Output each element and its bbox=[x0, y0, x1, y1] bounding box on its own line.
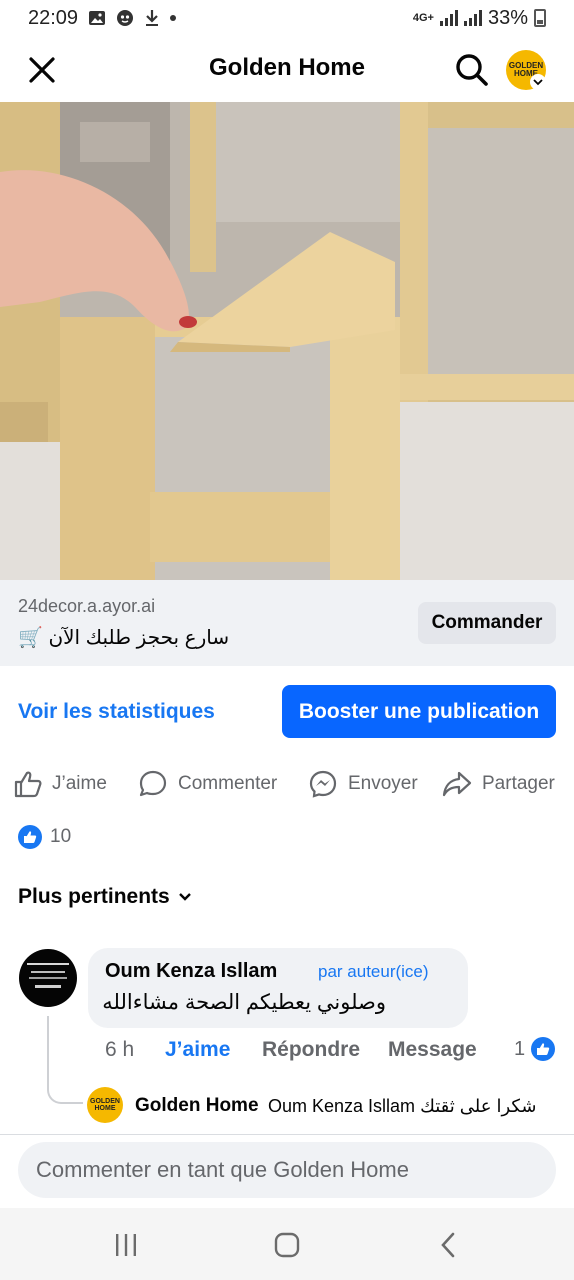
divider bbox=[0, 1134, 574, 1135]
share-button[interactable]: Partager bbox=[442, 762, 555, 806]
post-actions: J’aime Commenter Envoyer Partager bbox=[0, 762, 574, 806]
comment-label: Commenter bbox=[178, 773, 278, 794]
send-label: Envoyer bbox=[348, 773, 418, 794]
reply-avatar[interactable]: GOLDEN HOME bbox=[87, 1087, 123, 1123]
share-icon bbox=[442, 771, 472, 797]
sort-label: Plus pertinents bbox=[18, 885, 170, 908]
reply-text: Oum Kenza Isllam شكرا على ثقتك bbox=[268, 1096, 537, 1116]
battery-percent: 33% bbox=[487, 6, 528, 29]
notification-app-icon bbox=[117, 10, 134, 26]
reaction-count: 10 bbox=[50, 826, 72, 847]
comment-message-button[interactable]: Message bbox=[388, 1038, 477, 1062]
reaction-summary[interactable]: 10 bbox=[18, 825, 71, 849]
order-button[interactable]: Commander bbox=[418, 602, 556, 644]
link-domain: 24decor.a.ayor.ai bbox=[18, 596, 156, 616]
recents-button[interactable] bbox=[106, 1230, 146, 1260]
signal-icon-2 bbox=[463, 10, 482, 26]
link-preview[interactable]: 24decor.a.ayor.ai سارع بحجز طلبك الآن 🛒 … bbox=[0, 580, 574, 666]
comment-like-button[interactable]: J’aime bbox=[165, 1038, 230, 1062]
reply-author[interactable]: Golden Home bbox=[135, 1095, 259, 1117]
home-button[interactable] bbox=[267, 1230, 307, 1260]
signal-icon bbox=[439, 10, 458, 26]
comment-bubble[interactable]: Oum Kenza Isllam par auteur(ice) وصلوني … bbox=[88, 948, 468, 1028]
recents-icon bbox=[116, 1234, 136, 1256]
comment-sort-dropdown[interactable]: Plus pertinents bbox=[18, 885, 192, 909]
search-button[interactable] bbox=[452, 50, 492, 90]
share-label: Partager bbox=[482, 773, 555, 794]
comment-author[interactable]: Oum Kenza Isllam bbox=[105, 960, 277, 983]
download-icon bbox=[146, 10, 159, 26]
home-icon bbox=[274, 1232, 300, 1258]
search-icon bbox=[456, 54, 488, 86]
post-photo[interactable] bbox=[0, 102, 574, 580]
comment-like-count-value: 1 bbox=[514, 1037, 526, 1060]
comment-time: 6 h bbox=[105, 1038, 135, 1061]
send-button[interactable]: Envoyer bbox=[308, 762, 418, 806]
chevron-down-icon bbox=[178, 893, 191, 901]
view-statistics-link[interactable]: Voir les statistiques bbox=[18, 700, 215, 724]
account-switch-button[interactable] bbox=[530, 74, 546, 90]
link-title: سارع بحجز طلبك الآن 🛒 bbox=[18, 627, 230, 649]
commenter-avatar[interactable] bbox=[19, 949, 77, 1007]
battery-icon bbox=[534, 9, 546, 27]
author-badge: par auteur(ice) bbox=[318, 962, 429, 981]
messenger-icon bbox=[309, 770, 337, 798]
status-time: 22:09 bbox=[28, 6, 79, 29]
network-type: 4G+ bbox=[412, 12, 434, 24]
like-icon bbox=[18, 825, 42, 849]
comment-reply-button[interactable]: Répondre bbox=[262, 1038, 360, 1062]
reply-thread-line bbox=[47, 1016, 83, 1104]
back-button[interactable] bbox=[428, 1230, 468, 1260]
back-icon bbox=[441, 1232, 455, 1258]
comment-text: وصلوني يعطيكم الصحة مشاءالله bbox=[102, 991, 386, 1014]
app-header: Golden Home GOLDEN HOME bbox=[0, 36, 574, 102]
comment-input[interactable]: Commenter en tant que Golden Home bbox=[18, 1142, 556, 1198]
wooden-shelf-image bbox=[0, 102, 574, 580]
status-bar: 22:09 4G+ 33% bbox=[0, 0, 574, 36]
boost-post-button[interactable]: Booster une publication bbox=[282, 685, 556, 738]
comment-like-count[interactable]: 1 bbox=[514, 1037, 556, 1061]
gallery-icon bbox=[89, 11, 106, 25]
like-label: J’aime bbox=[52, 773, 107, 794]
comment-icon bbox=[139, 770, 167, 797]
comment-button[interactable]: Commenter bbox=[138, 762, 277, 806]
chevron-down-icon bbox=[533, 79, 543, 86]
like-icon bbox=[531, 1037, 556, 1061]
reply-page-logo: GOLDEN HOME bbox=[90, 1098, 120, 1112]
more-notifications-dot bbox=[170, 15, 177, 21]
system-nav-bar bbox=[0, 1208, 574, 1280]
like-button[interactable]: J’aime bbox=[14, 762, 107, 806]
thumbs-up-icon bbox=[14, 771, 42, 798]
